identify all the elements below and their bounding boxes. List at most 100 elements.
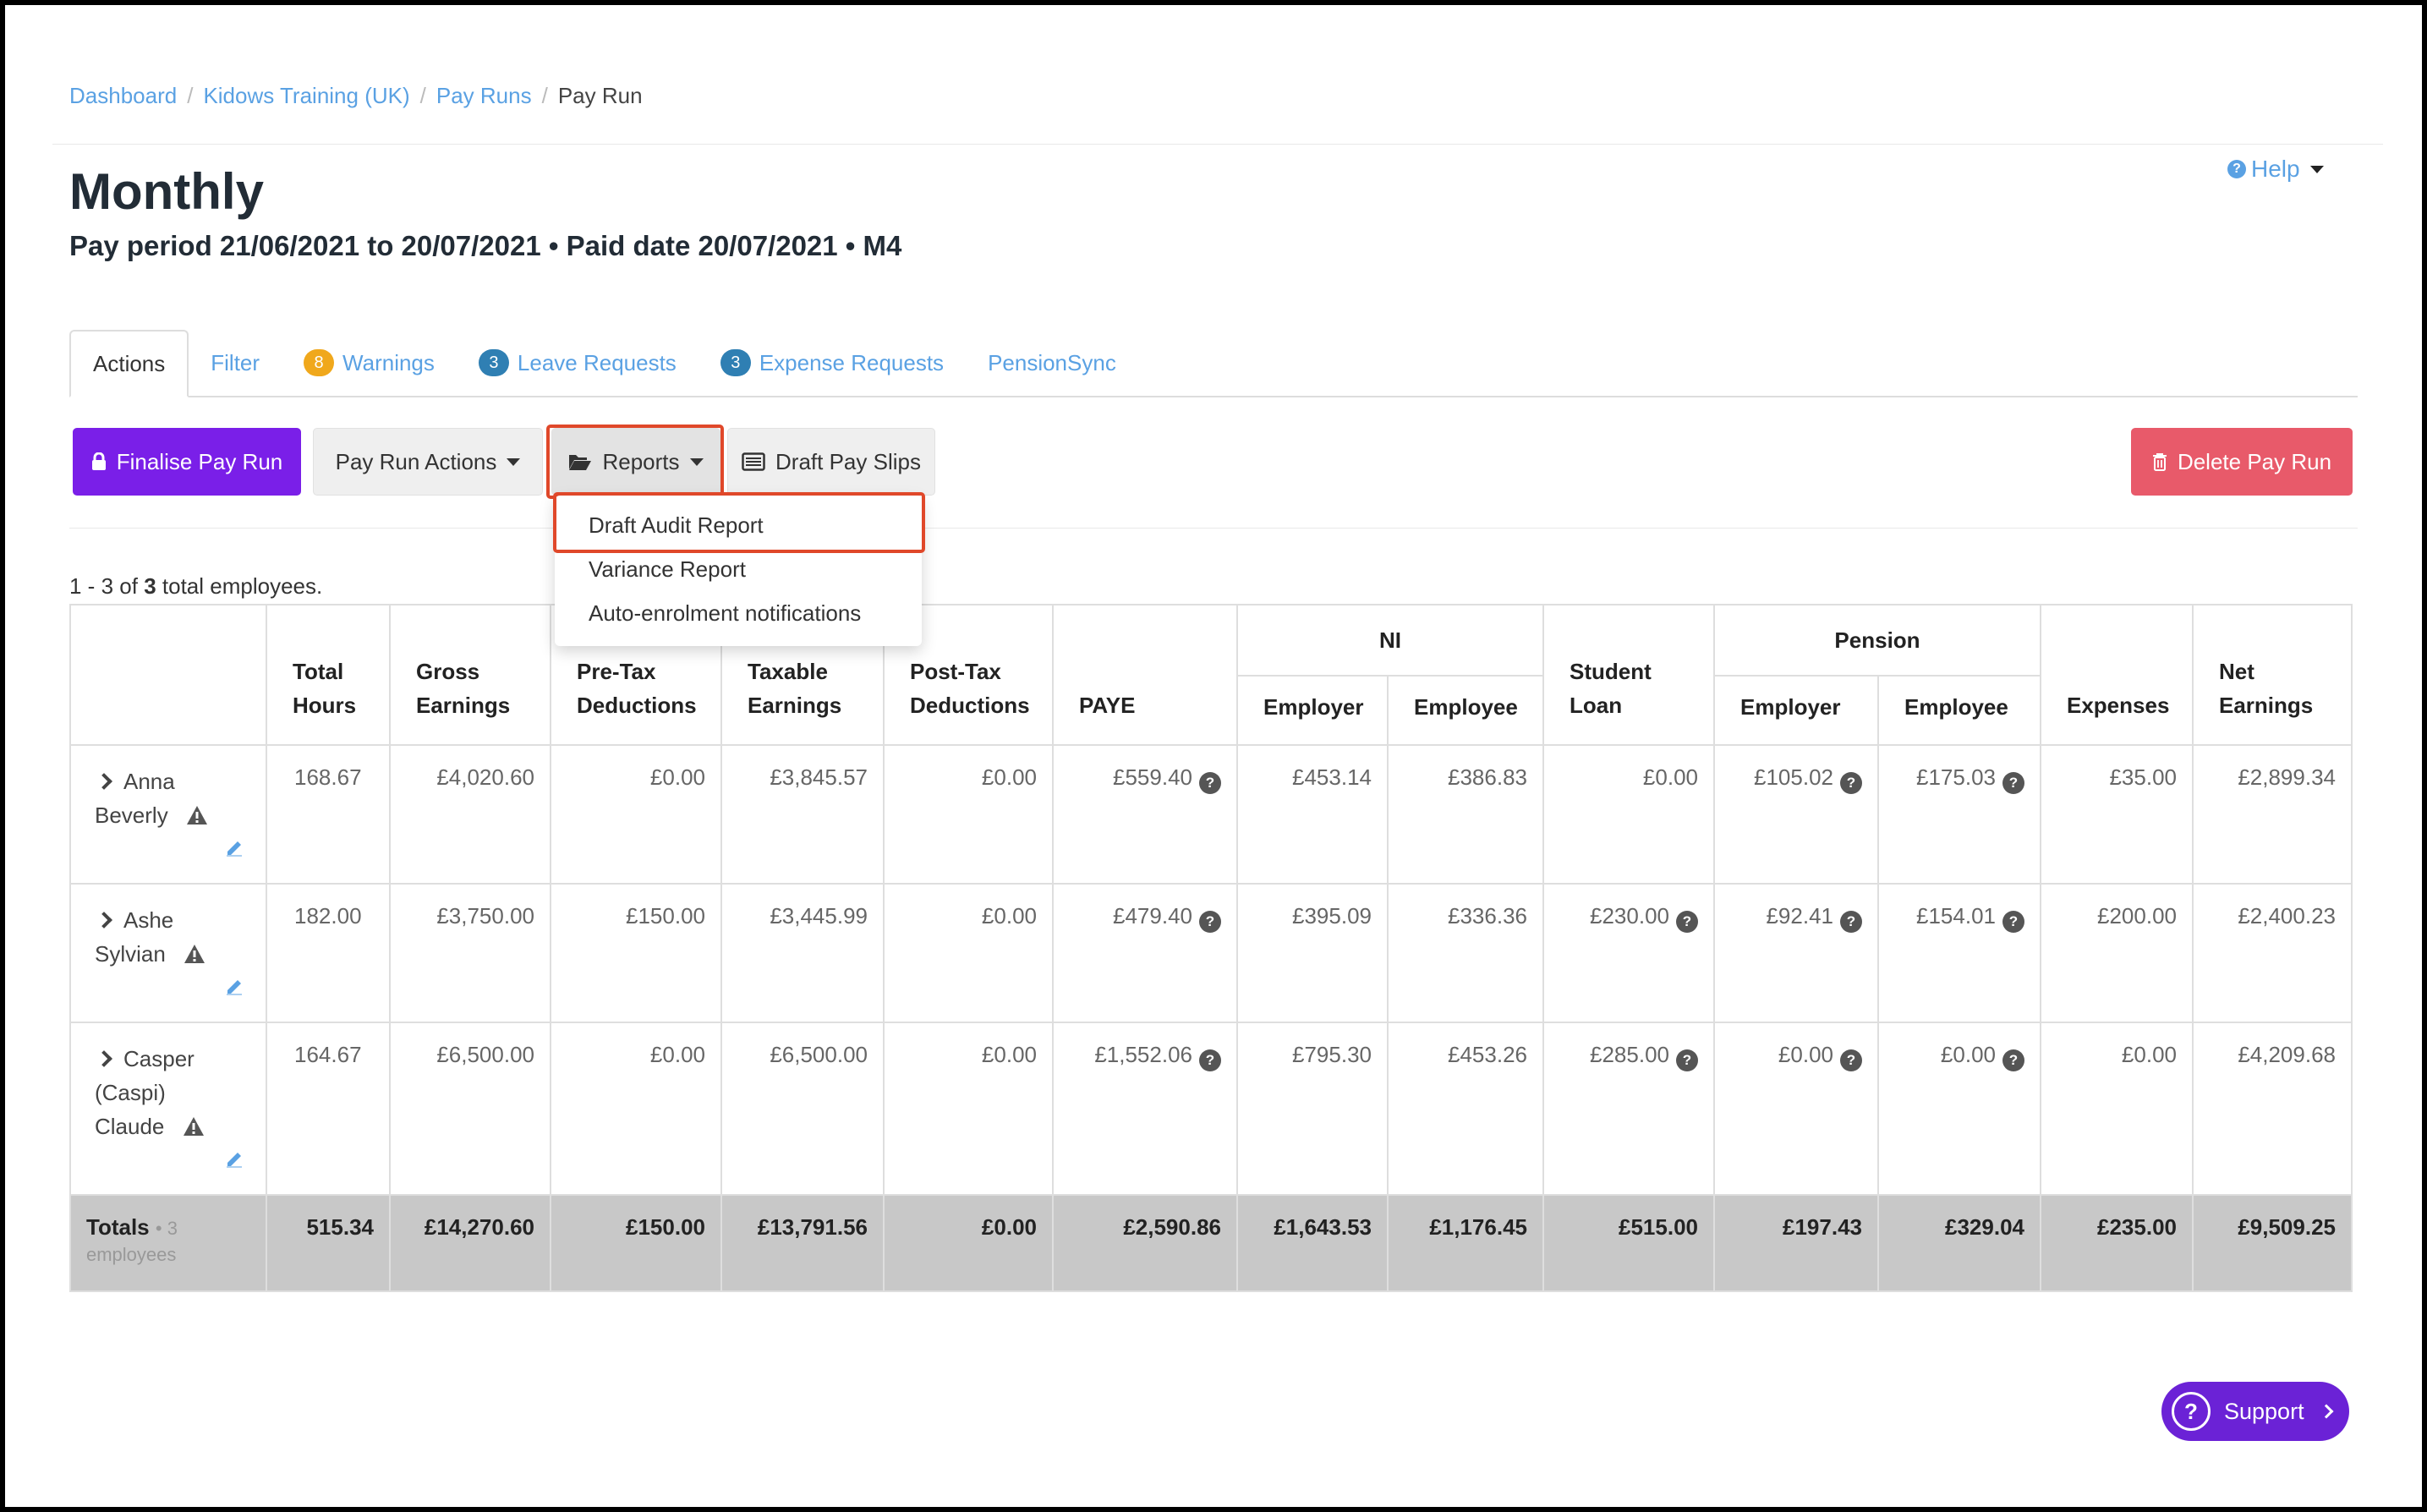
cell-pension-employee: £175.03? xyxy=(1877,744,2041,885)
cell-pre-tax-deductions: £150.00 xyxy=(550,883,722,1023)
pay-run-actions-button[interactable]: Pay Run Actions xyxy=(313,428,543,496)
question-icon[interactable]: ? xyxy=(1840,1049,1862,1071)
question-icon[interactable]: ? xyxy=(1676,1049,1698,1071)
leave-requests-count-badge: 3 xyxy=(478,349,509,376)
tab-label: Filter xyxy=(211,349,260,375)
menu-item-draft-audit-report[interactable]: Draft Audit Report xyxy=(589,512,764,539)
help-label: Help xyxy=(2251,156,2300,182)
total-expenses: £235.00 xyxy=(2040,1194,2194,1292)
tab-leave-requests[interactable]: 3 Leave Requests xyxy=(457,330,699,396)
col-header-net-earnings[interactable]: Net Earnings xyxy=(2192,604,2353,746)
employee-name-cell[interactable]: Anna Beverly xyxy=(69,744,267,885)
pencil-icon[interactable] xyxy=(225,839,244,857)
warning-icon[interactable] xyxy=(184,944,205,964)
chevron-right-icon[interactable] xyxy=(96,773,112,790)
tab-label: PensionSync xyxy=(988,349,1116,375)
pencil-icon[interactable] xyxy=(225,1150,244,1169)
tab-filter[interactable]: Filter xyxy=(189,330,282,396)
reports-dropdown-menu: Draft Audit Report Variance Report Auto-… xyxy=(555,496,922,646)
question-icon[interactable]: ? xyxy=(2002,772,2024,794)
col-header-pension-employer[interactable]: Employer xyxy=(1713,675,1879,746)
count-of: of xyxy=(119,573,138,599)
finalise-label: Finalise Pay Run xyxy=(116,448,283,474)
col-header-ni-employee[interactable]: Employee xyxy=(1387,675,1544,746)
employee-name-cell[interactable]: Casper (Caspi) Claude xyxy=(69,1022,267,1196)
question-icon[interactable]: ? xyxy=(1840,772,1862,794)
cell-student-loan: £0.00 xyxy=(1542,744,1715,885)
col-header-student-loan[interactable]: Student Loan xyxy=(1542,604,1715,746)
question-icon[interactable]: ? xyxy=(1199,911,1221,933)
menu-item-variance-report[interactable]: Variance Report xyxy=(589,556,746,583)
breadcrumb-current: Pay Run xyxy=(557,83,643,108)
total-pension-employee: £329.04 xyxy=(1877,1194,2041,1292)
cell-taxable-earnings: £3,845.57 xyxy=(720,744,885,885)
cell-student-loan: £230.00? xyxy=(1542,883,1715,1023)
col-header-ni-employer[interactable]: Employer xyxy=(1236,675,1389,746)
tab-label: Leave Requests xyxy=(517,349,677,375)
question-icon[interactable]: ? xyxy=(1840,911,1862,933)
total-taxable-earnings: £13,791.56 xyxy=(720,1194,885,1292)
warning-icon[interactable] xyxy=(183,1116,205,1137)
warning-icon[interactable] xyxy=(186,805,208,825)
delete-pay-run-button[interactable]: Delete Pay Run xyxy=(2131,428,2353,496)
col-header-total-hours[interactable]: Total Hours xyxy=(266,604,391,746)
total-ni-employee: £1,176.45 xyxy=(1387,1194,1544,1292)
question-icon[interactable]: ? xyxy=(2002,1049,2024,1071)
breadcrumb-dashboard[interactable]: Dashboard xyxy=(69,83,177,109)
cell-expenses: £35.00 xyxy=(2040,744,2194,885)
tab-label: Expense Requests xyxy=(759,349,945,375)
employee-nickname: (Caspi) xyxy=(95,1080,166,1105)
cell-total-hours: 164.67 xyxy=(266,1022,391,1196)
breadcrumb-pay-runs[interactable]: Pay Runs xyxy=(436,83,532,109)
count-range: 1 - 3 xyxy=(69,573,114,599)
tab-warnings[interactable]: 8 Warnings xyxy=(282,330,457,396)
cell-post-tax-deductions: £0.00 xyxy=(883,883,1054,1023)
cell-taxable-earnings: £6,500.00 xyxy=(720,1022,885,1196)
draft-pay-slips-label: Draft Pay Slips xyxy=(775,448,921,474)
total-net-earnings: £9,509.25 xyxy=(2192,1194,2353,1292)
cell-gross-earnings: £3,750.00 xyxy=(389,883,551,1023)
support-label: Support xyxy=(2224,1398,2304,1424)
list-icon xyxy=(742,452,765,471)
total-ni-employer: £1,643.53 xyxy=(1236,1194,1389,1292)
cell-post-tax-deductions: £0.00 xyxy=(883,1022,1054,1196)
question-icon[interactable]: ? xyxy=(1676,911,1698,933)
employee-name-cell[interactable]: Ashe Sylvian xyxy=(69,883,267,1023)
question-icon[interactable]: ? xyxy=(1199,772,1221,794)
cell-ni-employee: £336.36 xyxy=(1387,883,1544,1023)
tab-expense-requests[interactable]: 3 Expense Requests xyxy=(699,330,966,396)
help-dropdown[interactable]: ? Help xyxy=(2227,156,2324,183)
chevron-right-icon[interactable] xyxy=(96,912,112,929)
question-icon[interactable]: ? xyxy=(1199,1049,1221,1071)
menu-item-auto-enrolment-notifications[interactable]: Auto-enrolment notifications xyxy=(589,600,861,627)
breadcrumb-company[interactable]: Kidows Training (UK) xyxy=(203,83,409,109)
question-icon[interactable]: ? xyxy=(2002,911,2024,933)
cell-net-earnings: £2,400.23 xyxy=(2192,883,2353,1023)
col-header-employee xyxy=(69,604,267,746)
total-post-tax-deductions: £0.00 xyxy=(883,1194,1054,1292)
col-header-gross-earnings[interactable]: Gross Earnings xyxy=(389,604,551,746)
breadcrumb-separator: / xyxy=(541,83,548,108)
cell-paye: £479.40? xyxy=(1052,883,1238,1023)
col-header-paye[interactable]: PAYE xyxy=(1052,604,1238,746)
tab-pensionsync[interactable]: PensionSync xyxy=(966,330,1138,396)
chevron-right-icon[interactable] xyxy=(96,1050,112,1067)
support-button[interactable]: ? Support xyxy=(2161,1382,2349,1441)
pencil-icon[interactable] xyxy=(225,978,244,996)
cell-paye: £559.40? xyxy=(1052,744,1238,885)
total-hours: 515.34 xyxy=(266,1194,391,1292)
cell-net-earnings: £2,899.34 xyxy=(2192,744,2353,885)
total-pension-employer: £197.43 xyxy=(1713,1194,1879,1292)
cell-gross-earnings: £6,500.00 xyxy=(389,1022,551,1196)
tab-actions[interactable]: Actions xyxy=(69,330,189,397)
col-header-expenses[interactable]: Expenses xyxy=(2040,604,2194,746)
finalise-pay-run-button[interactable]: Finalise Pay Run xyxy=(73,428,301,496)
pay-run-actions-label: Pay Run Actions xyxy=(335,448,497,474)
page-title: Monthly xyxy=(69,163,264,220)
draft-pay-slips-button[interactable]: Draft Pay Slips xyxy=(727,428,935,496)
reports-button[interactable]: Reports xyxy=(551,428,720,496)
employee-last-name: Beverly xyxy=(95,803,168,828)
cell-post-tax-deductions: £0.00 xyxy=(883,744,1054,885)
table-row: Ashe Sylvian 182.00 £3,750.00 £150.00 £3… xyxy=(69,883,2353,1023)
col-header-pension-employee[interactable]: Employee xyxy=(1877,675,2041,746)
